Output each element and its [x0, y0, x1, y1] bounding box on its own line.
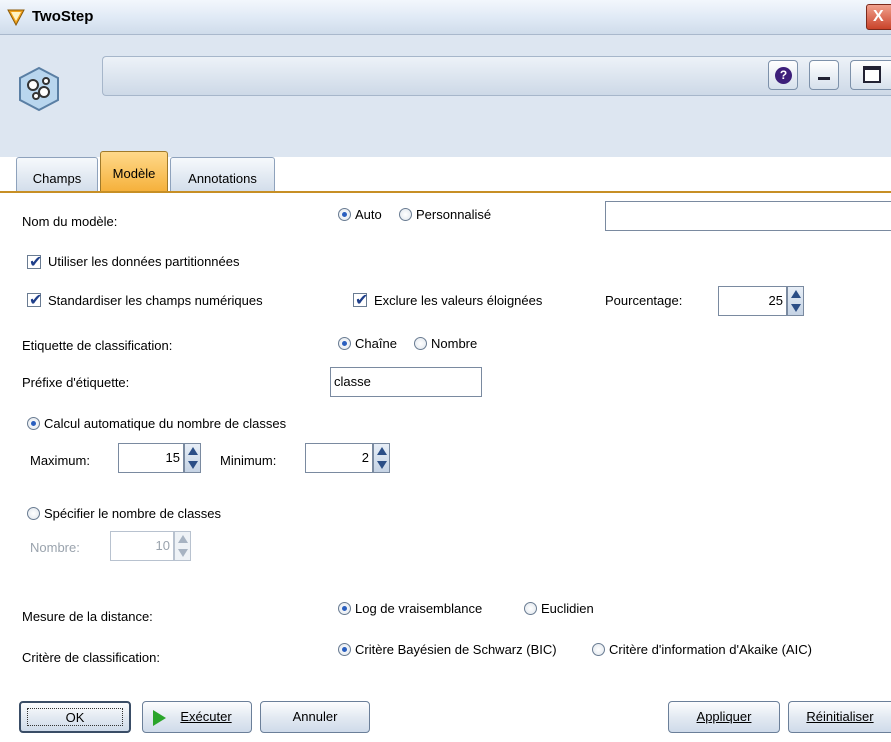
reset-button[interactable]: Réinitialiser — [788, 701, 891, 733]
run-button[interactable]: Exécuter — [142, 701, 252, 733]
spin-up-icon[interactable] — [188, 447, 198, 455]
maximize-icon — [863, 66, 881, 83]
criterion-label: Critère de classification: — [22, 650, 160, 665]
criterion-bic-radio[interactable] — [338, 643, 351, 656]
tab-divider — [0, 191, 891, 193]
percentage-spinner[interactable] — [787, 286, 804, 316]
specify-clusters-radio[interactable] — [27, 507, 40, 520]
number-spinner — [174, 531, 191, 561]
tab-modele[interactable]: Modèle — [100, 151, 168, 192]
model-name-auto-label[interactable]: Auto — [355, 207, 382, 222]
exclude-outliers-checkbox[interactable]: ✔ — [353, 292, 369, 309]
standardize-checkbox[interactable]: ✔ — [27, 292, 43, 309]
exclude-outliers-label[interactable]: Exclure les valeurs éloignées — [374, 293, 542, 308]
number-label: Nombre: — [30, 540, 80, 555]
criterion-aic-label[interactable]: Critère d'information d'Akaike (AIC) — [609, 642, 812, 657]
number-input: 10 — [110, 531, 174, 561]
model-name-custom-radio[interactable] — [399, 208, 412, 221]
minimize-button[interactable] — [809, 60, 839, 90]
specify-clusters-label[interactable]: Spécifier le nombre de classes — [44, 506, 221, 521]
cancel-button[interactable]: Annuler — [260, 701, 370, 733]
check-icon: ✔ — [29, 254, 43, 271]
spin-down-icon — [178, 549, 188, 557]
maximum-spinner[interactable] — [184, 443, 201, 473]
minimum-label: Minimum: — [220, 453, 277, 468]
distance-loglik-radio[interactable] — [338, 602, 351, 615]
criterion-bic-label[interactable]: Critère Bayésien de Schwarz (BIC) — [355, 642, 557, 657]
auto-clusters-label[interactable]: Calcul automatique du nombre de classes — [44, 416, 286, 431]
model-name-label: Nom du modèle: — [22, 214, 118, 229]
minimum-spinner[interactable] — [373, 443, 390, 473]
reset-button-label: Réinitialiser — [806, 709, 874, 724]
maximize-button[interactable] — [850, 60, 891, 90]
spin-down-icon[interactable] — [791, 304, 801, 312]
tab-annotations[interactable]: Annotations — [170, 157, 275, 191]
cluster-label-string-radio[interactable] — [338, 337, 351, 350]
standardize-label[interactable]: Standardiser les champs numériques — [48, 293, 263, 308]
spin-up-icon[interactable] — [791, 290, 801, 298]
title-bar — [0, 0, 891, 35]
percentage-input[interactable]: 25 — [718, 286, 787, 316]
percentage-label: Pourcentage: — [605, 293, 683, 308]
cluster-label-label: Etiquette de classification: — [22, 338, 173, 353]
cluster-label-number-label[interactable]: Nombre — [431, 336, 477, 351]
spin-down-icon[interactable] — [188, 461, 198, 469]
spin-up-icon[interactable] — [377, 447, 387, 455]
auto-clusters-radio[interactable] — [27, 417, 40, 430]
model-name-auto-radio[interactable] — [338, 208, 351, 221]
spin-down-icon[interactable] — [377, 461, 387, 469]
check-icon: ✔ — [355, 292, 369, 309]
label-prefix-label: Préfixe d'étiquette: — [22, 375, 130, 390]
help-icon: ? — [775, 67, 792, 84]
cluster-label-number-radio[interactable] — [414, 337, 427, 350]
twostep-app-icon — [7, 9, 25, 26]
use-partitioned-checkbox[interactable]: ✔ — [27, 254, 43, 271]
minimize-icon — [818, 77, 830, 80]
maximum-label: Maximum: — [30, 453, 90, 468]
label-prefix-input[interactable]: classe — [330, 367, 482, 397]
run-button-label: Exécuter — [180, 709, 232, 724]
focus-ring — [27, 708, 123, 726]
help-button[interactable]: ? — [768, 60, 798, 90]
ok-button[interactable]: OK — [19, 701, 131, 733]
window-title: TwoStep — [32, 8, 94, 25]
distance-euclidean-label[interactable]: Euclidien — [541, 601, 594, 616]
maximum-input[interactable]: 15 — [118, 443, 184, 473]
spin-up-icon — [178, 535, 188, 543]
node-header — [0, 35, 891, 157]
play-icon — [153, 710, 166, 726]
criterion-aic-radio[interactable] — [592, 643, 605, 656]
close-window-button[interactable]: X — [866, 4, 891, 30]
use-partitioned-label[interactable]: Utiliser les données partitionnées — [48, 254, 240, 269]
check-icon: ✔ — [29, 292, 43, 309]
distance-loglik-label[interactable]: Log de vraisemblance — [355, 601, 482, 616]
cluster-label-string-label[interactable]: Chaîne — [355, 336, 397, 351]
tab-champs[interactable]: Champs — [16, 157, 98, 191]
model-name-custom-label[interactable]: Personnalisé — [416, 207, 491, 222]
apply-button-label: Appliquer — [696, 709, 752, 724]
distance-label: Mesure de la distance: — [22, 609, 153, 624]
distance-euclidean-radio[interactable] — [524, 602, 537, 615]
twostep-node-icon — [19, 66, 59, 112]
minimum-input[interactable]: 2 — [305, 443, 373, 473]
apply-button[interactable]: Appliquer — [668, 701, 780, 733]
model-name-input[interactable] — [605, 201, 891, 231]
